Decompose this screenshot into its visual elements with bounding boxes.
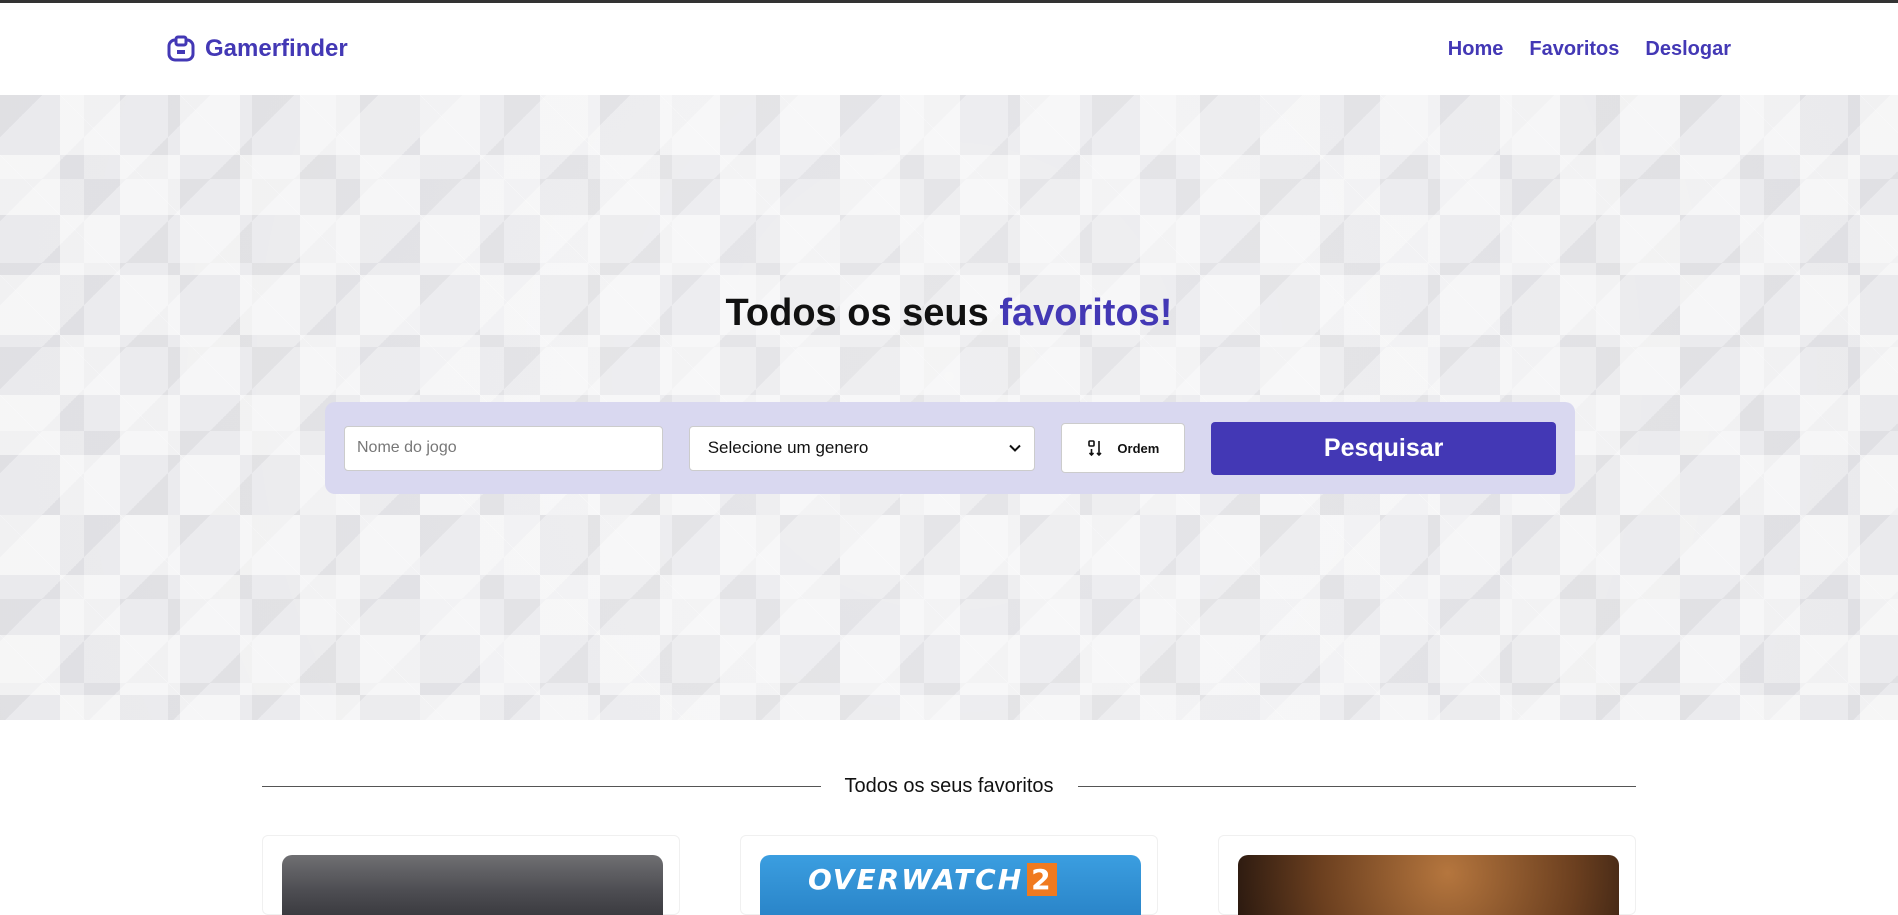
game-logo-number: 2 [1027, 863, 1057, 896]
brand-name: Gamerfinder [205, 35, 348, 62]
section-title: Todos os seus favoritos [262, 775, 1636, 798]
main-nav: Home Favoritos Deslogar [1448, 38, 1731, 61]
game-card[interactable] [262, 835, 680, 915]
game-name-input[interactable] [344, 425, 663, 471]
game-card[interactable]: OVERWATCH 2 [740, 835, 1158, 915]
nav-favoritos[interactable]: Favoritos [1529, 38, 1619, 61]
favorites-grid: OVERWATCH 2 [262, 835, 1636, 915]
game-logo-text: OVERWATCH [808, 863, 1024, 896]
order-button-label: Ordem [1117, 440, 1160, 456]
game-card-image[interactable] [1238, 855, 1619, 915]
brand[interactable]: Gamerfinder [167, 35, 348, 63]
order-button[interactable]: Ordem [1061, 423, 1186, 473]
genre-select[interactable]: Selecione um genero [688, 425, 1036, 471]
game-card[interactable] [1218, 835, 1636, 915]
nav-deslogar[interactable]: Deslogar [1645, 38, 1731, 61]
hero-banner: Todos os seus favoritos! Selecione um ge… [0, 95, 1898, 720]
divider-left [262, 786, 821, 787]
game-card-image[interactable] [282, 855, 663, 915]
gamepad-logo-icon [167, 35, 195, 62]
section-title-text: Todos os seus favoritos [844, 775, 1054, 797]
hero-title: Todos os seus favoritos! [0, 292, 1898, 335]
nav-home[interactable]: Home [1448, 38, 1504, 61]
chevron-down-icon [1009, 444, 1022, 452]
sort-icon [1088, 440, 1102, 457]
site-header: Gamerfinder Home Favoritos Deslogar [0, 3, 1898, 95]
game-card-image[interactable]: OVERWATCH 2 [760, 855, 1141, 915]
divider-right [1077, 786, 1636, 787]
hero-title-prefix: Todos os seus [725, 292, 1000, 334]
genre-select-value: Selecione um genero [707, 438, 869, 457]
search-button[interactable]: Pesquisar [1211, 421, 1556, 475]
search-panel: Selecione um genero Ordem Pesquisar [325, 402, 1575, 494]
favorites-section: Todos os seus favoritos OVERWATCH 2 [0, 720, 1898, 915]
game-logo: OVERWATCH 2 [808, 863, 1057, 896]
hero-title-accent: favoritos! [999, 292, 1173, 334]
